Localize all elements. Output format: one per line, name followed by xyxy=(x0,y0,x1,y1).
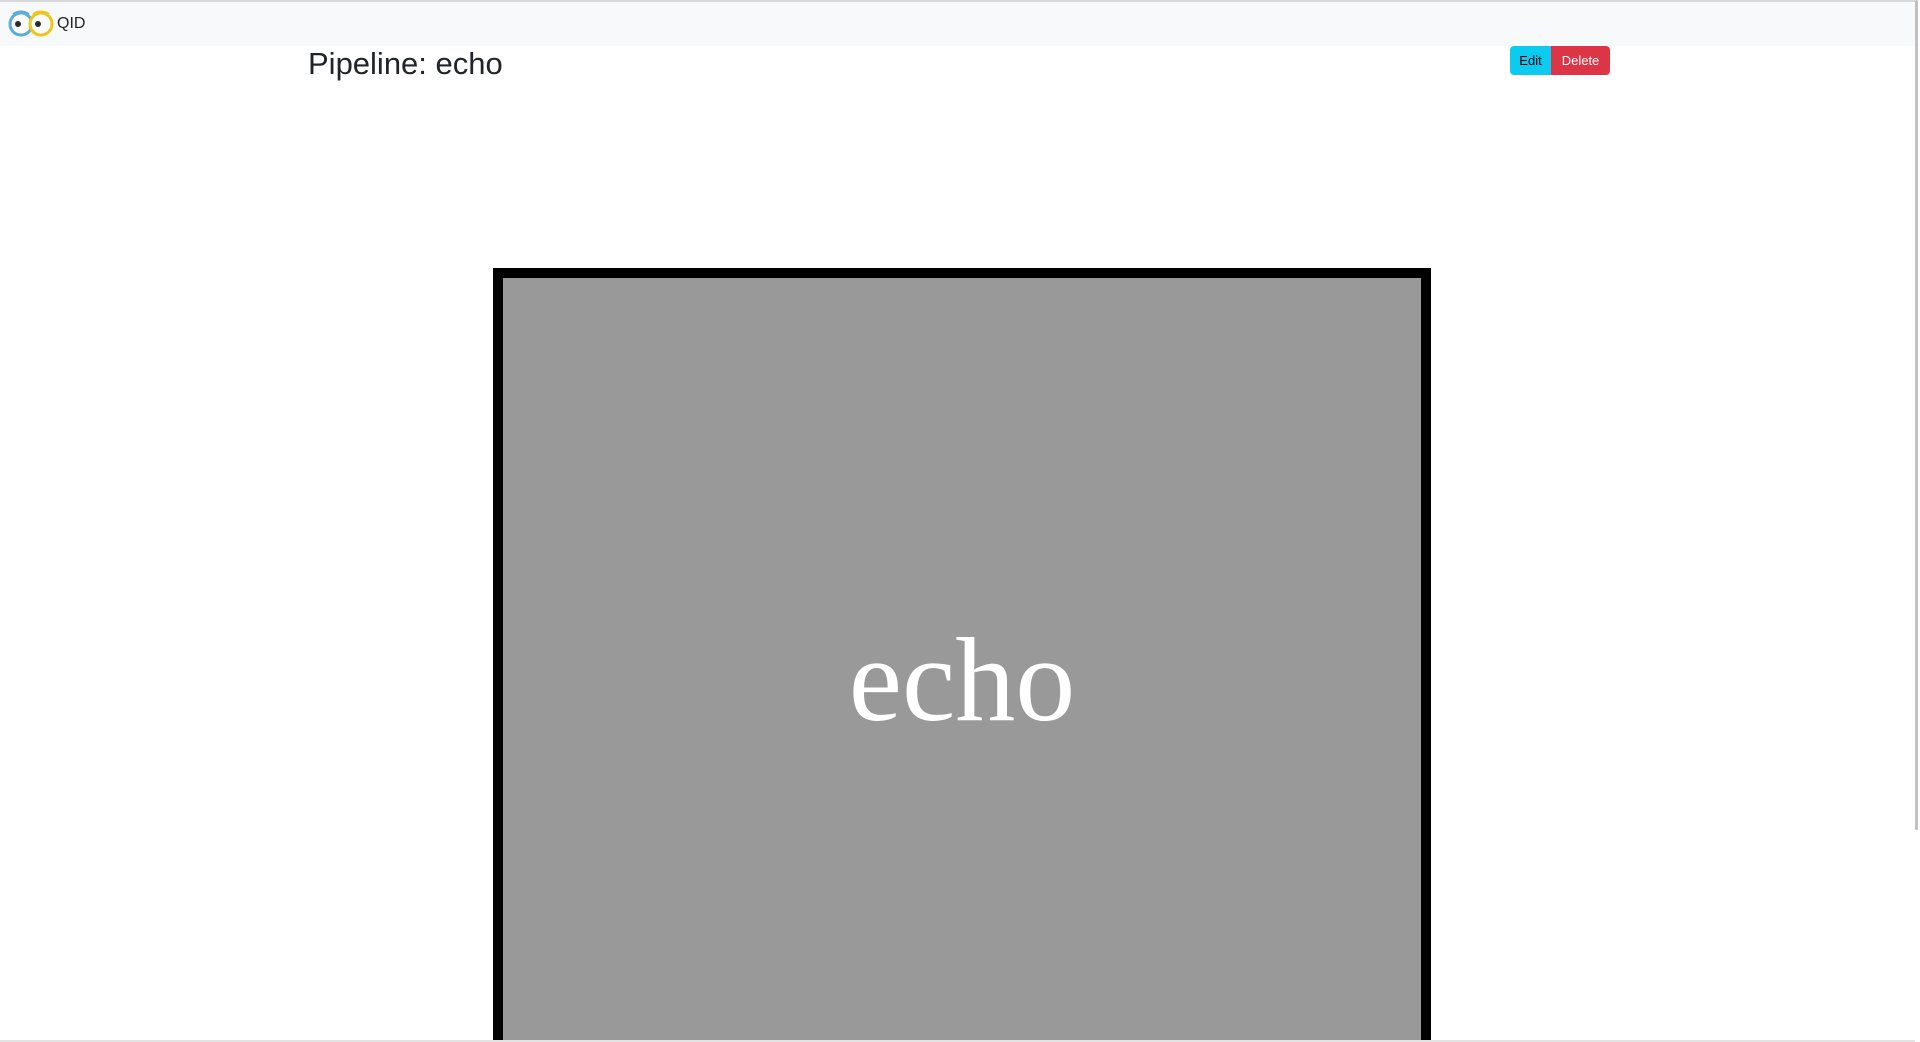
pipeline-node[interactable]: echo xyxy=(503,278,1421,1042)
brand-link[interactable]: QID xyxy=(8,8,85,40)
pipeline-diagram: echo xyxy=(493,268,1431,1042)
pipeline-node-label: echo xyxy=(848,613,1076,746)
edit-button[interactable]: Edit xyxy=(1510,46,1551,75)
action-button-group: Edit Delete xyxy=(1510,46,1610,75)
delete-button[interactable]: Delete xyxy=(1551,46,1610,75)
navbar: QID xyxy=(0,2,1915,46)
scrollbar-thumb[interactable] xyxy=(1915,0,1918,830)
page-title: Pipeline: echo xyxy=(308,46,503,81)
owl-eyes-logo-icon xyxy=(8,10,54,37)
page: QID Pipeline: echo Edit Delete echo xyxy=(0,0,1920,1042)
brand-name: QID xyxy=(57,15,86,32)
